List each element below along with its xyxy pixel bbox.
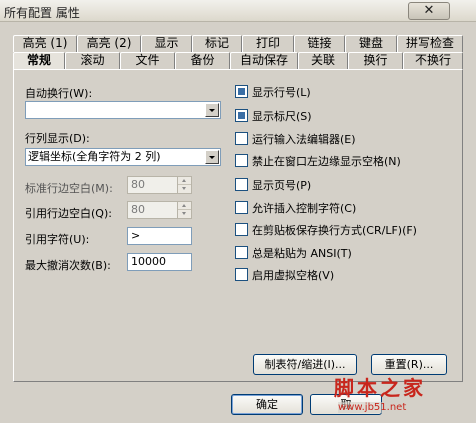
ok-label: 确定 <box>256 398 278 411</box>
title-bar: 所有配置 属性 ✕ <box>0 0 476 22</box>
auto-wrap-label: 自动换行(W): <box>25 87 93 100</box>
checkbox-label: 启用虚拟空格(V) <box>252 269 335 282</box>
tab-row-top: 高亮 (1) 高亮 (2) 显示 标记 打印 链接 键盘 拼写检查 <box>0 35 476 52</box>
checkbox-box <box>235 109 248 122</box>
tab-link[interactable]: 链接 <box>294 35 345 52</box>
tab-file[interactable]: 文件 <box>120 52 175 69</box>
watermark: 脚本之家 www.jb51.net <box>330 372 476 423</box>
tab-general[interactable]: 常规 <box>13 52 65 70</box>
checkbox-box <box>235 246 248 259</box>
max-undo-label: 最大撤消次数(B): <box>25 259 111 272</box>
spinner-arrows-icon <box>177 177 191 193</box>
tab-row-bottom: 常规 滚动 文件 备份 自动保存 关联 换行 不换行 <box>0 52 476 70</box>
checkbox-box <box>235 154 248 167</box>
checkbox-box <box>235 201 248 214</box>
quote-indent-label: 引用行边空白(Q): <box>25 207 112 220</box>
auto-wrap-select[interactable] <box>25 101 221 119</box>
tab-label: 链接 <box>307 36 332 50</box>
tab-label: 滚动 <box>80 53 105 67</box>
column-display-value: 逻辑坐标(全角字符为 2 列) <box>28 150 161 163</box>
tab-label: 备份 <box>190 53 215 67</box>
quote-indent-stepper[interactable]: 80 <box>127 201 192 219</box>
chevron-down-icon <box>205 150 219 164</box>
tab-wrap[interactable]: 换行 <box>348 52 403 69</box>
tab-nowrap[interactable]: 不换行 <box>403 52 463 69</box>
max-undo-value: 10000 <box>131 255 166 268</box>
checkbox-box <box>235 132 248 145</box>
tab-spellcheck[interactable]: 拼写检查 <box>397 35 463 52</box>
quote-char-label: 引用字符(U): <box>25 233 90 246</box>
tab-label: 标记 <box>204 36 229 50</box>
tab-label: 高亮 (2) <box>86 36 132 50</box>
checkbox-label: 显示行号(L) <box>252 86 311 99</box>
checkbox-box <box>235 178 248 191</box>
tab-autosave[interactable]: 自动保存 <box>230 52 298 69</box>
tab-label: 打印 <box>255 36 280 50</box>
checkbox-box <box>235 268 248 281</box>
chevron-down-icon <box>205 103 219 117</box>
close-button[interactable]: ✕ <box>408 2 450 20</box>
watermark-url: www.jb51.net <box>338 402 407 413</box>
window-title: 所有配置 属性 <box>4 6 80 20</box>
checkbox-label: 允许插入控制字符(C) <box>252 202 357 215</box>
std-indent-value: 80 <box>131 178 145 191</box>
quote-indent-value: 80 <box>131 203 145 216</box>
std-indent-stepper[interactable]: 80 <box>127 176 192 194</box>
tab-highlight-1[interactable]: 高亮 (1) <box>13 35 77 52</box>
checkbox-label: 显示页号(P) <box>252 179 312 192</box>
checkbox-label: 在剪贴板保存换行方式(CR/LF)(F) <box>252 224 417 237</box>
tab-scroll[interactable]: 滚动 <box>65 52 120 69</box>
checkbox-label: 运行输入法编辑器(E) <box>252 133 356 146</box>
column-display-select[interactable]: 逻辑坐标(全角字符为 2 列) <box>25 148 221 166</box>
watermark-main: 脚本之家 <box>334 376 426 400</box>
tab-label: 自动保存 <box>239 53 288 67</box>
tab-association[interactable]: 关联 <box>298 52 348 69</box>
checkbox-label: 显示标尺(S) <box>252 110 312 123</box>
max-undo-input[interactable]: 10000 <box>127 253 192 271</box>
close-icon: ✕ <box>423 3 435 18</box>
tab-label: 键盘 <box>358 36 383 50</box>
tab-label: 常规 <box>26 53 51 67</box>
ok-button[interactable]: 确定 <box>231 394 303 415</box>
tab-label: 显示 <box>154 36 179 50</box>
tab-label: 文件 <box>135 53 160 67</box>
tab-highlight-2[interactable]: 高亮 (2) <box>77 35 141 52</box>
tab-label: 换行 <box>363 53 388 67</box>
checkbox-label: 禁止在窗口左边缘显示空格(N) <box>252 155 401 168</box>
column-display-label: 行列显示(D): <box>25 132 90 145</box>
checkbox-box <box>235 223 248 236</box>
quote-char-value: > <box>131 229 141 242</box>
tab-backup[interactable]: 备份 <box>175 52 230 69</box>
std-indent-label: 标准行边空白(M): <box>25 182 113 195</box>
reset-label: 重置(R)... <box>384 358 434 371</box>
tab-mark[interactable]: 标记 <box>192 35 242 52</box>
tab-display[interactable]: 显示 <box>141 35 192 52</box>
tab-print[interactable]: 打印 <box>242 35 294 52</box>
tab-label: 高亮 (1) <box>22 36 68 50</box>
tab-label: 关联 <box>310 53 335 67</box>
spinner-arrows-icon <box>177 202 191 218</box>
tab-label: 拼写检查 <box>405 36 454 50</box>
tab-indent-label: 制表符/缩进(I)... <box>264 358 346 371</box>
checkbox-label: 总是粘贴为 ANSI(T) <box>252 247 352 260</box>
checkbox-box <box>235 85 248 98</box>
quote-char-input[interactable]: > <box>127 227 192 245</box>
tab-label: 不换行 <box>414 53 451 67</box>
tab-keyboard[interactable]: 键盘 <box>345 35 397 52</box>
